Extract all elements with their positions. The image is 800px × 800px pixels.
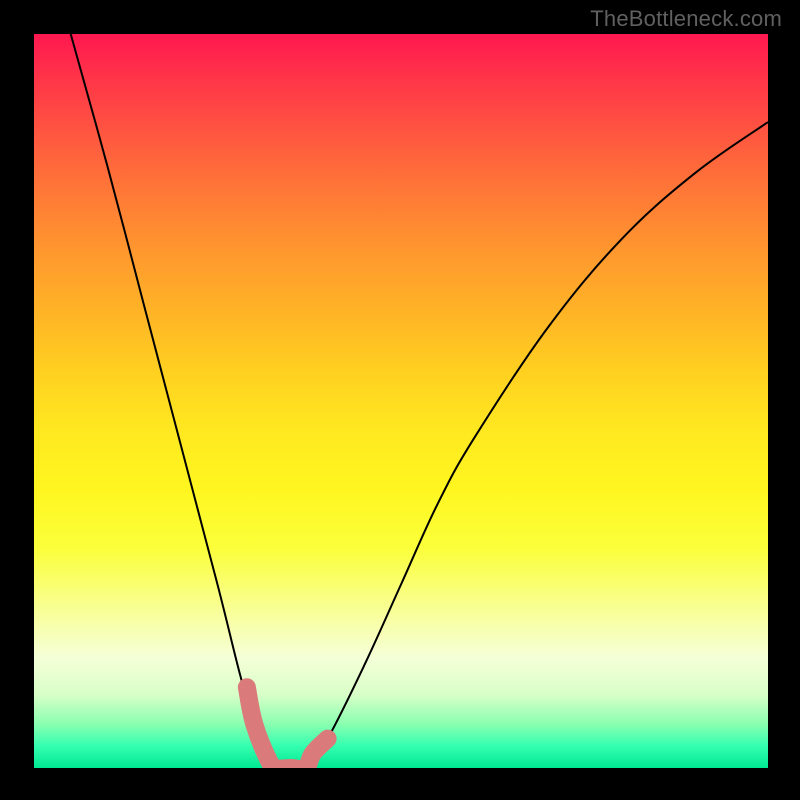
chart-plot-area bbox=[34, 34, 768, 768]
highlight-overlay bbox=[247, 687, 328, 768]
curve-right-branch bbox=[306, 122, 768, 768]
curve-left-branch bbox=[71, 34, 277, 768]
chart-svg bbox=[34, 34, 768, 768]
watermark-text: TheBottleneck.com bbox=[590, 6, 782, 32]
